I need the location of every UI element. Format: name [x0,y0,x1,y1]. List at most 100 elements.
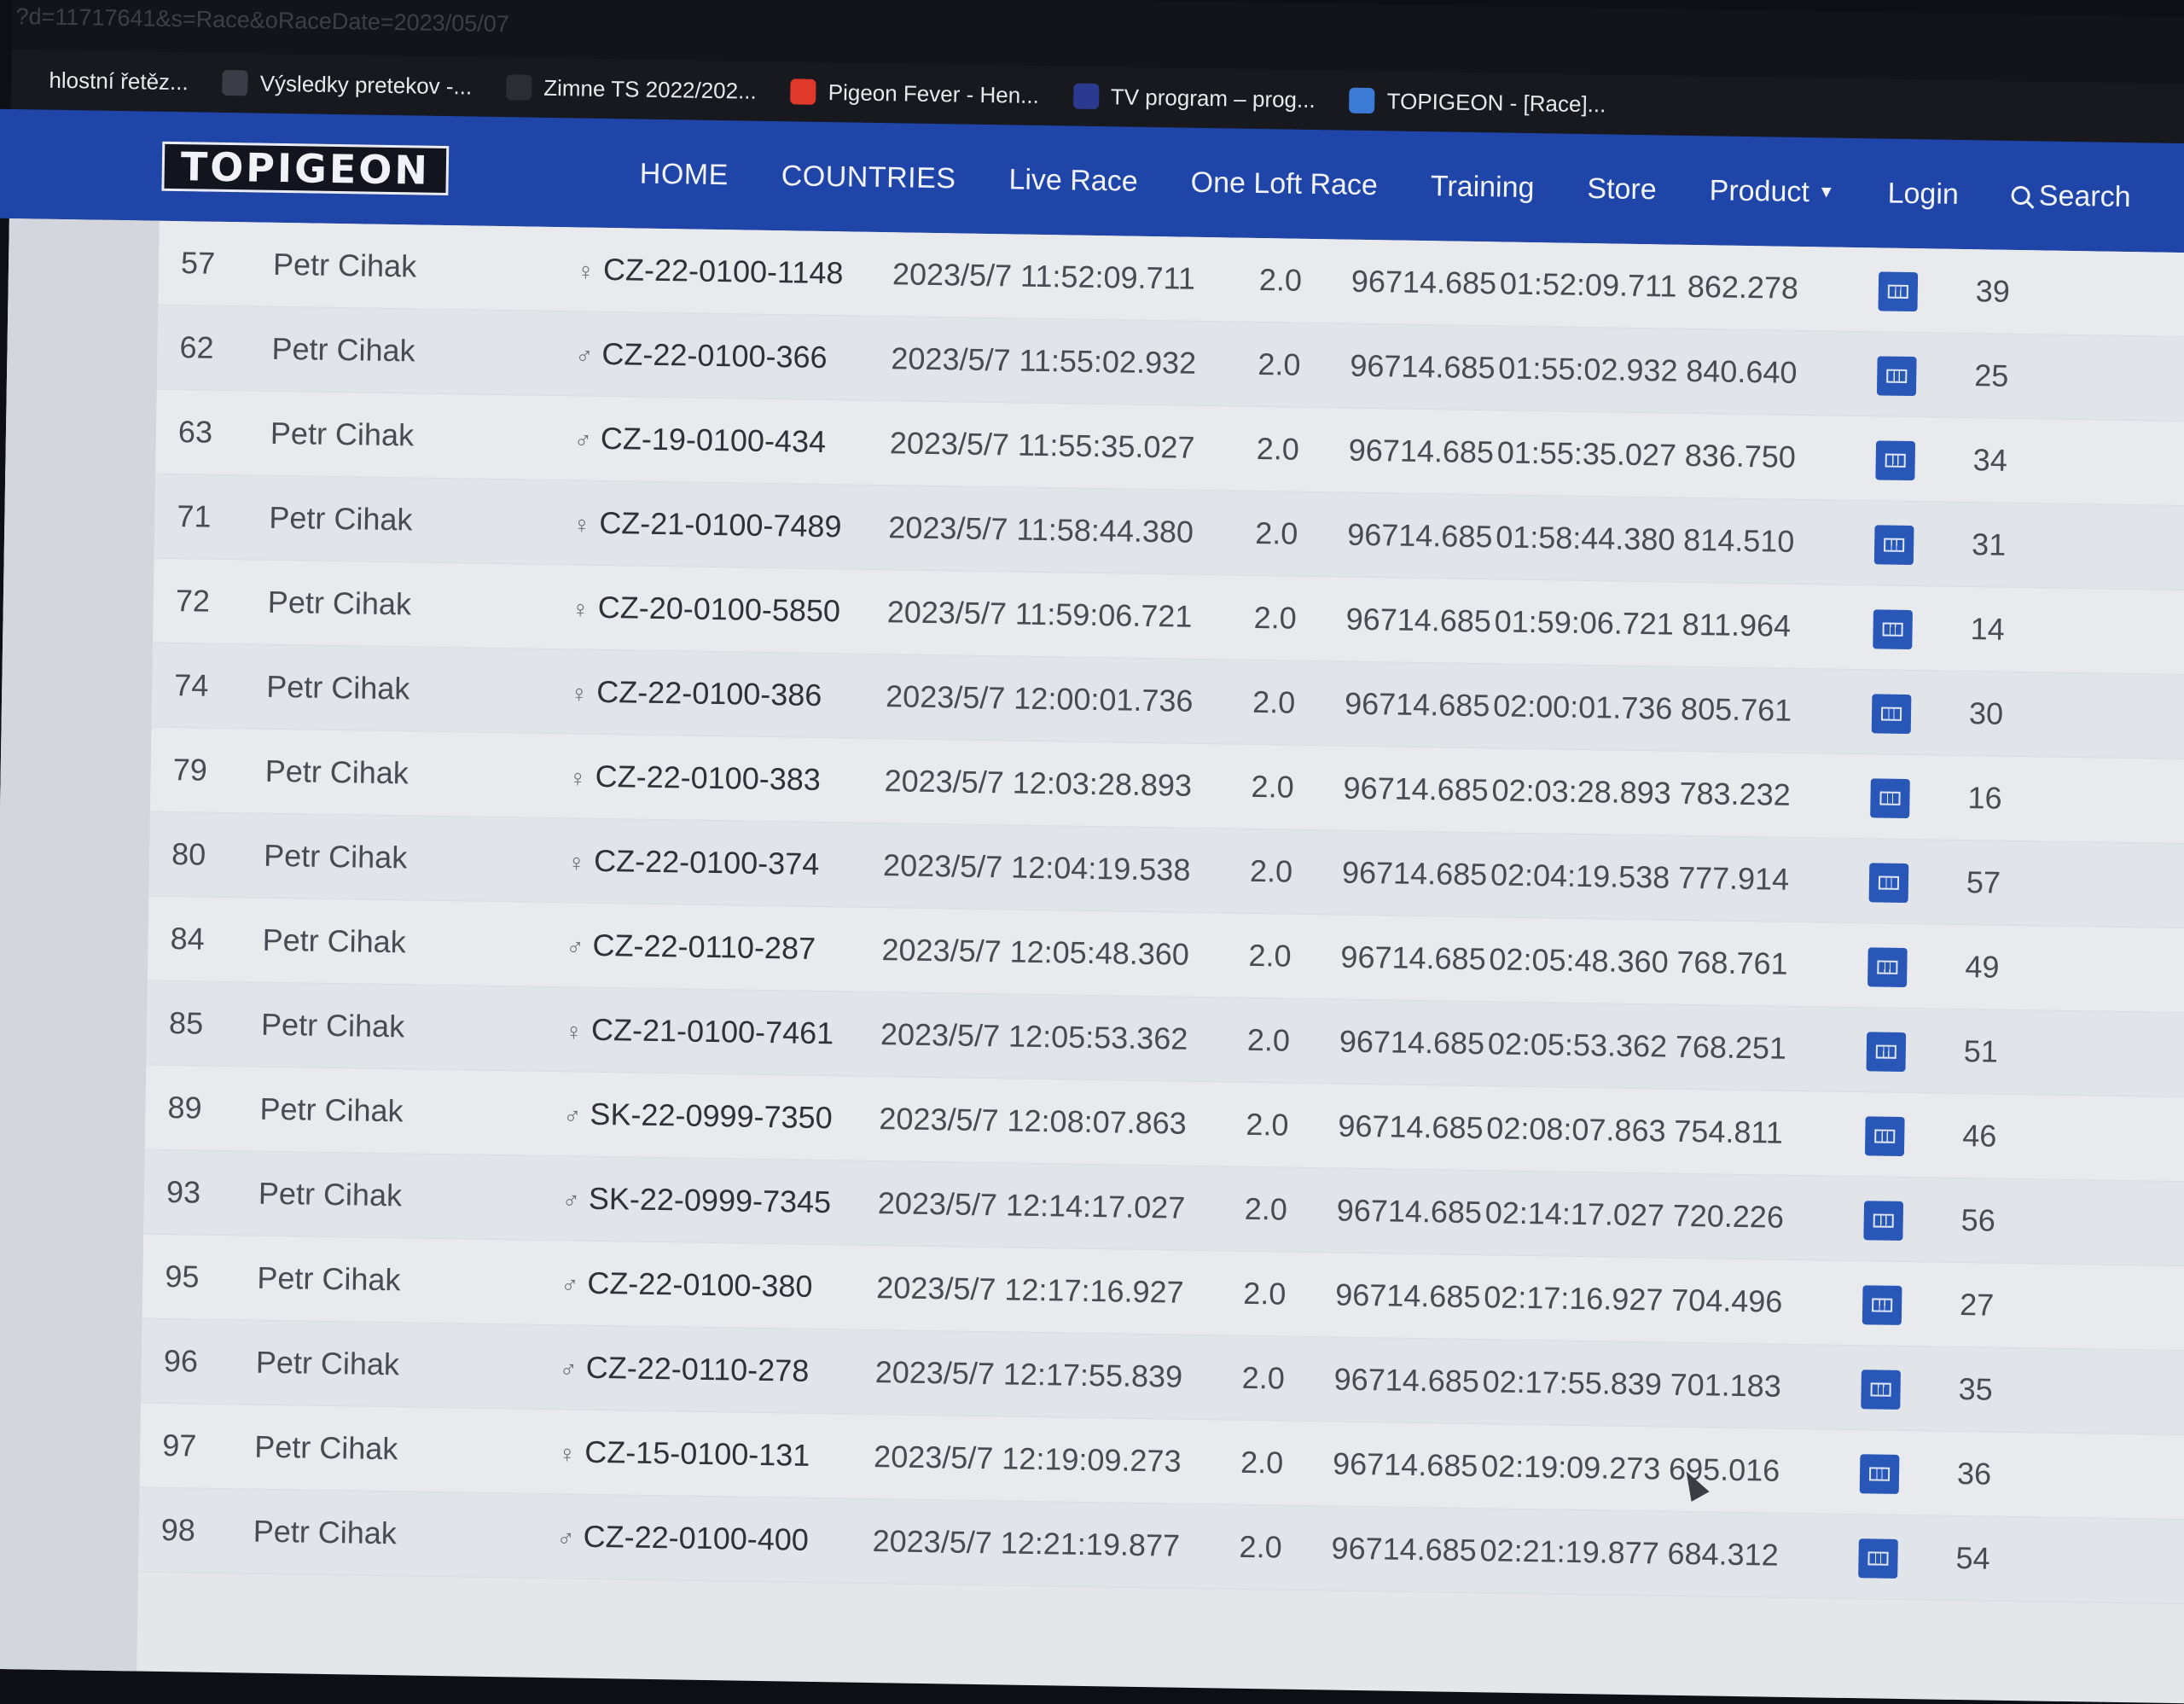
bookmark-favicon-icon [222,69,248,96]
map-button[interactable] [1870,778,1910,819]
ring-number: CZ-15-0100-131 [584,1434,810,1473]
map-button[interactable] [1861,1370,1901,1410]
bookmark-favicon-icon [790,79,817,105]
nav-countries[interactable]: COUNTRIES [781,160,956,195]
coefficient-cell: 2.0 [1240,1444,1284,1480]
distance-cell: 96714.685 [1333,1361,1480,1399]
ring-number: CZ-22-0100-366 [601,335,828,375]
map-button[interactable] [1876,356,1917,397]
distance-cell: 96714.685 [1343,770,1490,808]
map-button[interactable] [1875,440,1916,481]
rank-cell: 72 [175,583,211,619]
speed-cell: 783.232 [1679,775,1792,812]
coefficient-cell: 2.0 [1241,1359,1286,1396]
map-button[interactable] [1864,1116,1905,1157]
bookmark-item[interactable]: hlostní řetěz... [11,67,189,96]
map-icon [1886,369,1908,383]
site-logo[interactable]: TOPIGEON [161,141,450,196]
speed-cell: 768.251 [1675,1028,1787,1066]
female-icon: ♀ [572,511,591,538]
bookmark-label: TOPIGEON - [Race]... [1386,87,1606,117]
map-button[interactable] [1868,863,1909,904]
bookmark-item[interactable]: Výsledky pretekov -... [222,69,473,100]
flight-time-cell: 02:08:07.863 [1486,1110,1666,1149]
rank-cell: 71 [177,498,212,534]
bookmark-favicon-icon [1072,83,1100,110]
arrival-time-cell: 2023/5/7 12:00:01.736 [885,678,1194,718]
rank-cell: 97 [162,1427,197,1463]
bookmark-item[interactable]: Pigeon Fever - Hen... [790,79,1039,109]
nav-search[interactable]: Search [2011,178,2131,213]
ring-number: SK-22-0999-7345 [588,1180,832,1220]
nav-home[interactable]: HOME [640,157,729,192]
speed-cell: 777.914 [1677,859,1790,897]
coefficient-cell: 2.0 [1244,1190,1288,1227]
nav-login[interactable]: Login [1887,177,1959,211]
map-button[interactable] [1867,947,1908,988]
flight-time-cell: 01:52:09.711 [1499,265,1677,304]
coefficient-cell: 2.0 [1258,262,1303,298]
map-button[interactable] [1859,1454,1900,1494]
male-icon: ♂ [561,1271,579,1299]
nav-product-label: Product [1709,173,1810,208]
flight-time-cell: 02:05:53.362 [1487,1026,1668,1064]
last-column-cell: 57 [1966,864,2001,900]
coefficient-cell: 2.0 [1248,937,1292,974]
search-icon [2011,185,2031,206]
screen: ?d=11717641&s=Race&oRaceDate=2023/05/07 … [0,0,2184,1704]
fancier-name-cell: Petr Cihak [264,753,410,791]
bookmark-label: Výsledky pretekov -... [259,70,473,99]
fancier-name-cell: Petr Cihak [254,1428,398,1467]
ring-number: CZ-21-0100-7489 [599,504,842,544]
coefficient-cell: 2.0 [1254,515,1298,551]
fancier-name-cell: Petr Cihak [270,415,415,453]
results-table: 57 Petr Cihak ♀ CZ-22-0100-1148 2023/5/7 11:… [137,220,2184,1605]
last-column-cell: 16 [1967,780,2002,816]
bookmark-label: TV program – prog... [1110,83,1316,113]
map-button[interactable] [1866,1032,1907,1073]
map-button[interactable] [1878,271,1919,312]
bookmark-favicon-icon [506,74,532,101]
map-button[interactable] [1858,1538,1898,1579]
map-button[interactable] [1871,694,1912,735]
coefficient-cell: 2.0 [1246,1021,1291,1058]
arrival-time-cell: 2023/5/7 11:55:02.932 [891,340,1197,381]
speed-cell: 862.278 [1687,268,1799,305]
nav-training[interactable]: Training [1431,170,1535,205]
speed-cell: 840.640 [1686,352,1798,390]
nav-one-loft-race[interactable]: One Loft Race [1190,166,1378,201]
nav-store[interactable]: Store [1587,172,1657,206]
last-column-cell: 56 [1960,1202,1996,1238]
last-column-cell: 39 [1975,273,2011,309]
map-icon [1880,707,1902,721]
map-button[interactable] [1863,1201,1904,1241]
distance-cell: 96714.685 [1344,685,1490,724]
fancier-name-cell: Petr Cihak [255,1344,400,1382]
female-icon: ♀ [564,1018,584,1045]
distance-cell: 96714.685 [1346,516,1493,555]
distance-cell: 96714.685 [1338,1108,1484,1146]
last-column-cell: 30 [1968,695,2004,731]
bookmark-item[interactable]: TOPIGEON - [Race]... [1349,87,1606,118]
nav-product-dropdown[interactable]: Product ▼ [1709,174,1835,209]
ring-number: CZ-22-0100-1148 [602,251,844,291]
speed-cell: 695.016 [1668,1451,1780,1488]
distance-cell: 96714.685 [1341,854,1488,893]
flight-time-cell: 02:04:19.538 [1490,857,1670,895]
map-button[interactable] [1862,1285,1902,1325]
fancier-name-cell: Petr Cihak [259,1090,404,1129]
ring-number-cell: ♂ SK-22-0999-7350 [563,1072,834,1162]
bookmark-item[interactable]: Zimne TS 2022/202... [506,74,757,105]
coefficient-cell: 2.0 [1246,1106,1289,1143]
flight-time-cell: 02:21:19.877 [1479,1532,1660,1571]
ring-number: CZ-22-0100-386 [595,673,822,713]
bookmark-item[interactable]: TV program – prog... [1072,83,1316,113]
map-button[interactable] [1873,525,1914,566]
coefficient-cell: 2.0 [1239,1528,1282,1565]
map-button[interactable] [1873,609,1913,650]
bookmark-label: hlostní řetěz... [49,67,189,95]
distance-cell: 96714.685 [1340,939,1486,977]
nav-live-race[interactable]: Live Race [1008,163,1138,198]
fancier-name-cell: Petr Cihak [272,246,417,284]
arrival-time-cell: 2023/5/7 11:52:09.711 [892,256,1196,296]
